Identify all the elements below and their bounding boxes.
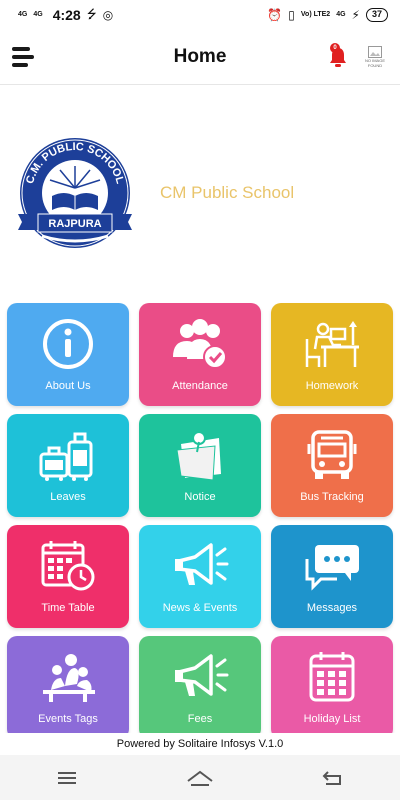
luggage-icon	[39, 432, 93, 481]
tile-notice[interactable]: Notice	[139, 414, 261, 517]
chat-icon	[305, 545, 359, 591]
app-bar: Home 0 NO IMAGE FOUND	[0, 30, 400, 85]
back-button[interactable]	[313, 763, 353, 793]
home-button[interactable]	[180, 763, 220, 793]
tile-label: Bus Tracking	[300, 491, 364, 503]
back-icon	[322, 770, 342, 785]
tile-label: Messages	[306, 602, 358, 614]
menu-icon[interactable]	[12, 47, 36, 67]
megaphone-icon	[175, 654, 229, 696]
menu-lines-icon	[57, 771, 76, 784]
vibrate-icon: ▯	[288, 8, 295, 22]
notification-count-badge: 0	[330, 43, 340, 53]
avatar-placeholder-text: NO IMAGE FOUND	[364, 58, 385, 68]
system-nav-bar	[0, 755, 400, 800]
tile-fees[interactable]: Fees	[139, 636, 261, 739]
usb-icon: ⭍	[86, 6, 97, 21]
tile-messages[interactable]: Messages	[271, 525, 393, 628]
tile-label: Attendance	[172, 380, 228, 392]
homework-icon	[305, 321, 359, 367]
charging-icon: ⚡	[351, 8, 360, 22]
tile-label: Time Table	[41, 602, 95, 614]
tile-events-tags[interactable]: Events Tags	[7, 636, 129, 739]
info-icon	[43, 319, 93, 369]
status-time: 4:28	[52, 7, 81, 23]
tile-label: Leaves	[50, 491, 86, 503]
tile-news-events[interactable]: News & Events	[139, 525, 261, 628]
tile-bus-tracking[interactable]: Bus Tracking	[271, 414, 393, 517]
school-logo: C.M. PUBLIC SCHOOL RAJPURA	[12, 130, 138, 256]
tile-label: Fees	[187, 713, 213, 725]
school-banner: C.M. PUBLIC SCHOOL RAJPURA CM Public Sch…	[0, 85, 400, 300]
tile-label: Holiday List	[303, 713, 361, 725]
signal-indicator: 4G	[18, 11, 28, 18]
whatsapp-icon: ◎	[102, 8, 114, 22]
image-placeholder-icon	[368, 46, 382, 58]
event-icon	[43, 654, 95, 702]
battery-indicator: 37	[365, 8, 388, 22]
profile-avatar[interactable]: NO IMAGE FOUND	[362, 44, 388, 70]
school-name: CM Public School	[160, 182, 295, 202]
network-label: Vo) LTE2	[300, 11, 331, 18]
notice-icon	[176, 431, 221, 481]
tile-time-table[interactable]: Time Table	[7, 525, 129, 628]
home-icon	[187, 770, 213, 786]
tile-attendance[interactable]: Attendance	[139, 303, 261, 406]
bus-icon	[307, 430, 357, 479]
powered-by-footer: Powered by Solitaire Infosys V.1.0	[0, 733, 400, 755]
notification-bell-icon[interactable]: 0	[326, 43, 350, 69]
tile-homework[interactable]: Homework	[271, 303, 393, 406]
attendance-icon	[173, 319, 227, 369]
tile-holiday-list[interactable]: Holiday List	[271, 636, 393, 739]
calendar-icon	[309, 652, 355, 702]
megaphone-icon	[175, 543, 229, 585]
tile-label: Homework	[305, 380, 359, 392]
signal-indicator-2: 4G	[33, 11, 43, 18]
calendar-clock-icon	[41, 541, 95, 591]
tile-label: Events Tags	[38, 713, 98, 725]
alarm-icon: ⏰	[267, 8, 283, 22]
tile-label: About Us	[45, 380, 91, 392]
status-bar: 4G 4G 4:28 ⭍ ◎ ⏰ ▯ Vo) LTE2 4G ⚡ 37	[0, 0, 400, 30]
network-label-2: 4G	[336, 11, 346, 18]
menu-grid: About Us Attendance Homework Leaves Noti…	[7, 303, 393, 739]
tile-label: Notice	[184, 491, 216, 503]
tile-about-us[interactable]: About Us	[7, 303, 129, 406]
tile-leaves[interactable]: Leaves	[7, 414, 129, 517]
recent-apps-button[interactable]	[47, 763, 87, 793]
logo-rajpura-text: RAJPURA	[48, 218, 101, 230]
tile-label: News & Events	[162, 602, 238, 614]
